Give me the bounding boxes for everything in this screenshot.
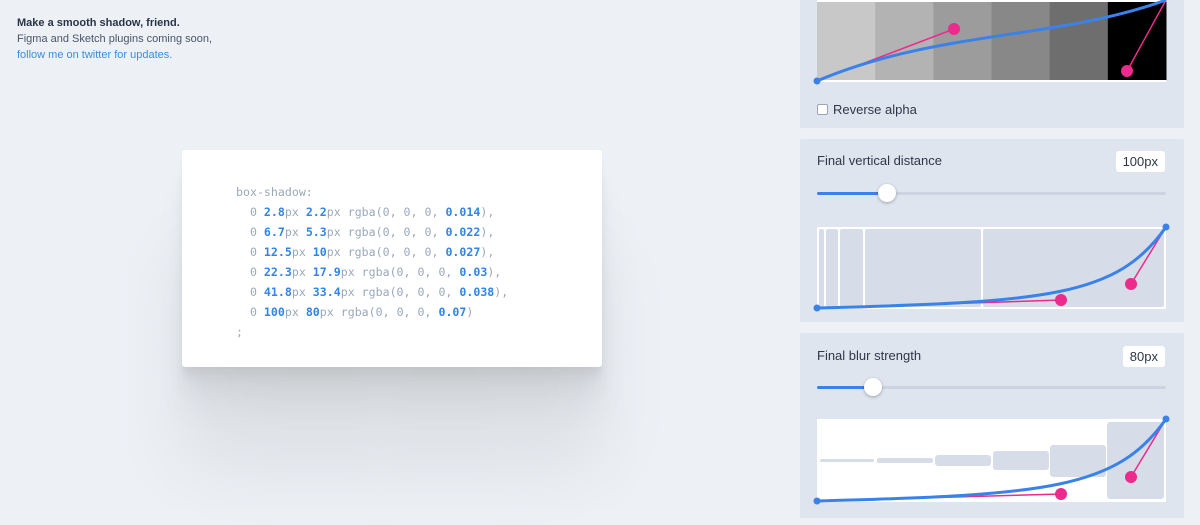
alpha-swatch — [875, 2, 934, 80]
control-handle-end[interactable] — [1121, 65, 1133, 77]
layer-blur: 10 — [312, 245, 327, 259]
reverse-alpha-checkbox[interactable] — [817, 104, 828, 115]
curve-end-point — [1162, 223, 1170, 231]
twitter-link[interactable]: follow me on twitter for updates. — [17, 49, 172, 61]
layer-offset: 6.7 — [263, 225, 285, 239]
shadow-layer-line: 0 100px 80px rgba(0, 0, 0, 0.07) — [236, 305, 474, 319]
shadow-layer-line: 0 12.5px 10px rgba(0, 0, 0, 0.027), — [236, 245, 495, 259]
shadow-layer-line: 0 2.8px 2.2px rgba(0, 0, 0, 0.014), — [236, 205, 495, 219]
blur-curve-graph[interactable] — [813, 415, 1170, 505]
control-handle-start[interactable] — [1055, 488, 1067, 500]
alpha-panel: Reverse alpha — [800, 0, 1184, 128]
code-preview-card: box-shadow: 0 2.8px 2.2px rgba(0, 0, 0, … — [182, 150, 602, 367]
distance-panel: Final vertical distance 100px — [800, 139, 1184, 322]
layer-offset: 22.3 — [263, 265, 292, 279]
layer-blur: 80 — [305, 305, 320, 319]
blur-slider[interactable] — [817, 378, 1166, 396]
layer-alpha: 0.014 — [445, 205, 481, 219]
layer-alpha: 0.038 — [459, 285, 495, 299]
distance-curve-graph[interactable] — [813, 223, 1170, 312]
control-handle-end[interactable] — [1125, 471, 1137, 483]
shadow-layer-line: 0 6.7px 5.3px rgba(0, 0, 0, 0.022), — [236, 225, 495, 239]
blur-label: Final blur strength — [817, 348, 922, 363]
distance-slider-fill — [817, 192, 887, 195]
distance-bars — [819, 229, 1164, 307]
alpha-swatch — [1049, 2, 1109, 80]
shadow-layer-line: 0 41.8px 33.4px rgba(0, 0, 0, 0.038), — [236, 285, 509, 299]
distance-slider[interactable] — [817, 184, 1166, 202]
distance-label: Final vertical distance — [817, 153, 942, 168]
blur-panel: Final blur strength 80px — [800, 333, 1184, 518]
layer-blur: 17.9 — [312, 265, 341, 279]
layer-blur: 2.2 — [305, 205, 327, 219]
layer-blur: 33.4 — [312, 285, 341, 299]
layer-blur: 5.3 — [305, 225, 327, 239]
layer-alpha: 0.03 — [459, 265, 488, 279]
alpha-curve-graph[interactable] — [813, 0, 1167, 85]
intro-title: Make a smooth shadow, friend. — [17, 17, 180, 29]
curve-start-point — [813, 304, 821, 312]
alpha-swatches — [817, 2, 1167, 80]
distance-value-input[interactable]: 100px — [1115, 151, 1165, 172]
control-handle-start[interactable] — [948, 23, 960, 35]
layer-alpha: 0.027 — [445, 245, 481, 259]
layer-alpha: 0.022 — [445, 225, 481, 239]
code-terminator: ; — [236, 325, 243, 339]
shadow-layer-line: 0 22.3px 17.9px rgba(0, 0, 0, 0.03), — [236, 265, 502, 279]
blur-slider-thumb[interactable] — [863, 378, 882, 396]
layer-alpha: 0.07 — [438, 305, 467, 319]
layer-offset: 100 — [263, 305, 285, 319]
code-block[interactable]: box-shadow: 0 2.8px 2.2px rgba(0, 0, 0, … — [236, 182, 508, 342]
curve-start-point — [813, 77, 821, 85]
reverse-alpha-row[interactable]: Reverse alpha — [817, 102, 917, 117]
code-property: box-shadow: — [236, 185, 313, 199]
alpha-swatch — [991, 2, 1051, 80]
layer-offset: 2.8 — [263, 205, 285, 219]
curve-end-point — [1162, 415, 1170, 423]
control-handle-end[interactable] — [1125, 278, 1137, 290]
layer-offset: 12.5 — [263, 245, 292, 259]
blur-value-input[interactable]: 80px — [1122, 346, 1165, 367]
control-handle-start[interactable] — [1055, 294, 1067, 306]
intro-subtitle: Figma and Sketch plugins coming soon, — [17, 33, 213, 45]
intro: Make a smooth shadow, friend. Figma and … — [17, 15, 212, 63]
curve-start-point — [813, 497, 821, 505]
reverse-alpha-label: Reverse alpha — [833, 102, 917, 117]
distance-slider-thumb[interactable] — [877, 184, 896, 202]
layer-offset: 41.8 — [263, 285, 292, 299]
